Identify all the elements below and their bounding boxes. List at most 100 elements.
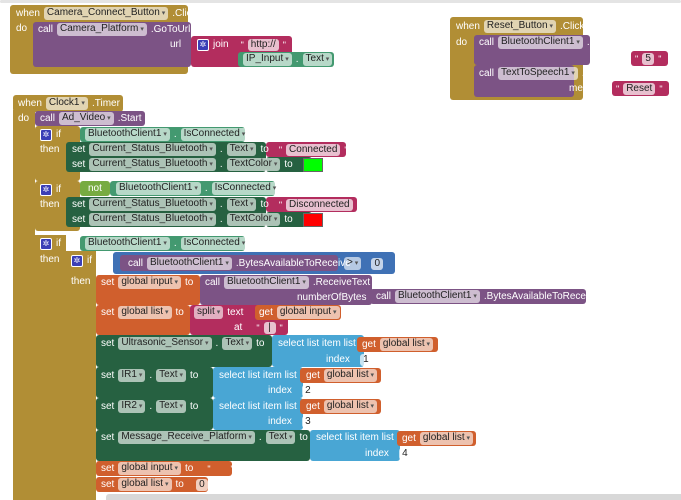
number-literal[interactable]: 2: [301, 384, 314, 397]
block-row: get global list: [402, 431, 474, 446]
property-dropdown[interactable]: TextColor: [226, 213, 281, 226]
property-dropdown[interactable]: IsConnected: [180, 128, 249, 141]
block-row: ✲ if: [40, 127, 61, 142]
property-dropdown[interactable]: Text: [222, 337, 253, 350]
component-dropdown[interactable]: Current_Status_Bluetooth: [89, 198, 216, 211]
property-dropdown[interactable]: Text: [226, 198, 257, 211]
gear-icon[interactable]: ✲: [71, 254, 83, 267]
property-dropdown[interactable]: Text: [156, 369, 186, 382]
text-literal[interactable]: http://: [247, 38, 279, 51]
event-name: .Click: [172, 8, 197, 19]
property-dropdown[interactable]: TextColor: [226, 158, 281, 171]
gear-icon[interactable]: ✲: [40, 128, 52, 141]
component-dropdown[interactable]: IR1: [118, 369, 146, 382]
variable-dropdown[interactable]: global input: [118, 276, 181, 289]
call-label: call: [479, 68, 495, 79]
component-dropdown[interactable]: BluetoothClient1: [498, 36, 583, 49]
color-red-swatch[interactable]: [302, 212, 323, 227]
set-label: set: [72, 159, 86, 170]
property-dropdown[interactable]: Text: [265, 431, 296, 444]
text-literal[interactable]: |: [263, 321, 276, 334]
variable-dropdown[interactable]: global list: [323, 400, 378, 413]
component-dropdown[interactable]: BluetoothClient1: [85, 237, 170, 250]
gear-icon[interactable]: ✲: [40, 237, 52, 250]
property-dropdown[interactable]: Text: [226, 143, 257, 156]
arg-label: message: [569, 83, 610, 94]
property-dropdown[interactable]: IsConnected: [180, 237, 249, 250]
get-label: get: [362, 339, 376, 350]
component-dropdown[interactable]: Clock1: [45, 97, 88, 110]
block-row: get global list: [362, 337, 434, 352]
property-dropdown[interactable]: Text: [302, 53, 333, 66]
number-literal[interactable]: 0: [195, 478, 208, 491]
block-row: setIR1.Textto: [101, 368, 198, 383]
component-dropdown[interactable]: TextToSpeech1: [498, 67, 578, 80]
to-label: to: [260, 199, 269, 210]
number-literal[interactable]: 0: [371, 257, 384, 270]
method-name: .SendText: [586, 37, 632, 48]
block-row: select list item list: [316, 430, 394, 445]
variable-dropdown[interactable]: global list: [379, 338, 434, 351]
variable-dropdown[interactable]: global input: [118, 462, 181, 475]
quote-mark: ": [256, 322, 260, 333]
text-literal[interactable]: Disconnected: [286, 198, 353, 211]
do-label: do: [18, 113, 30, 124]
text-literal[interactable]: Connected: [286, 143, 341, 156]
component-dropdown[interactable]: Current_Status_Bluetooth: [89, 213, 216, 226]
variable-dropdown[interactable]: global input: [276, 306, 340, 319]
number-literal[interactable]: 4: [398, 447, 411, 460]
block-row: setMessage_Receive_Platform.Textto: [101, 430, 308, 445]
to-label: to: [189, 401, 199, 412]
component-dropdown[interactable]: Current_Status_Bluetooth: [89, 143, 216, 156]
component-dropdown[interactable]: IR2: [118, 400, 146, 413]
text-literal[interactable]: 5: [642, 52, 655, 65]
horizontal-scrollbar[interactable]: [106, 494, 681, 500]
color-green-swatch[interactable]: [302, 157, 323, 172]
block-row: setglobal listto: [101, 305, 184, 320]
variable-dropdown[interactable]: global list: [419, 432, 474, 445]
component-dropdown[interactable]: BluetoothClient1: [224, 276, 309, 289]
set-label: set: [101, 401, 115, 412]
arg-label: text: [227, 307, 244, 318]
variable-dropdown[interactable]: global list: [118, 306, 172, 319]
gear-icon[interactable]: ✲: [197, 38, 209, 51]
text-literal[interactable]: Reset: [623, 82, 656, 95]
dot: .: [219, 159, 223, 170]
number-literal[interactable]: 1: [359, 353, 372, 366]
call-label: call: [376, 291, 392, 302]
block-row: whenCamera_Connect_Button.Click: [16, 6, 197, 21]
block-row: get global list: [306, 399, 378, 414]
set-label: set: [101, 463, 115, 474]
compare-operator-dropdown[interactable]: >: [344, 257, 362, 270]
component-dropdown[interactable]: BluetoothClient1: [85, 128, 170, 141]
component-dropdown[interactable]: IP_Input: [243, 53, 292, 66]
component-dropdown[interactable]: Ultrasonic_Sensor: [118, 337, 212, 350]
component-dropdown[interactable]: Reset_Button: [483, 20, 556, 33]
block-row: callAd_Video.Start: [40, 111, 142, 126]
block-shape[interactable]: [35, 235, 66, 500]
property-dropdown[interactable]: IsConnected: [211, 182, 280, 195]
gear-icon[interactable]: ✲: [40, 183, 52, 196]
split-dropdown[interactable]: split: [194, 306, 224, 319]
component-dropdown[interactable]: BluetoothClient1: [395, 290, 480, 303]
call-label: call: [128, 258, 144, 269]
component-dropdown[interactable]: Camera_Platform: [57, 23, 147, 36]
component-dropdown[interactable]: Camera_Connect_Button: [43, 7, 169, 20]
quote-mark: ": [659, 83, 663, 94]
variable-dropdown[interactable]: global list: [118, 478, 172, 491]
block-shape[interactable]: [13, 110, 35, 500]
quote-mark: ": [282, 39, 286, 50]
component-dropdown[interactable]: BluetoothClient1: [116, 182, 201, 195]
number-literal[interactable]: 3: [301, 415, 314, 428]
property-dropdown[interactable]: Text: [156, 400, 186, 413]
dot: .: [295, 54, 299, 65]
component-dropdown[interactable]: Message_Receive_Platform: [118, 431, 255, 444]
block-row: setIR2.Textto: [101, 399, 198, 414]
set-label: set: [72, 144, 86, 155]
component-dropdown[interactable]: BluetoothClient1: [147, 257, 232, 270]
component-dropdown[interactable]: Current_Status_Bluetooth: [89, 158, 216, 171]
variable-dropdown[interactable]: global list: [323, 369, 378, 382]
block-row: ✲ if: [40, 182, 61, 197]
component-dropdown[interactable]: Ad_Video: [59, 112, 114, 125]
block-row: callBluetoothClient1.SendText: [479, 35, 631, 50]
